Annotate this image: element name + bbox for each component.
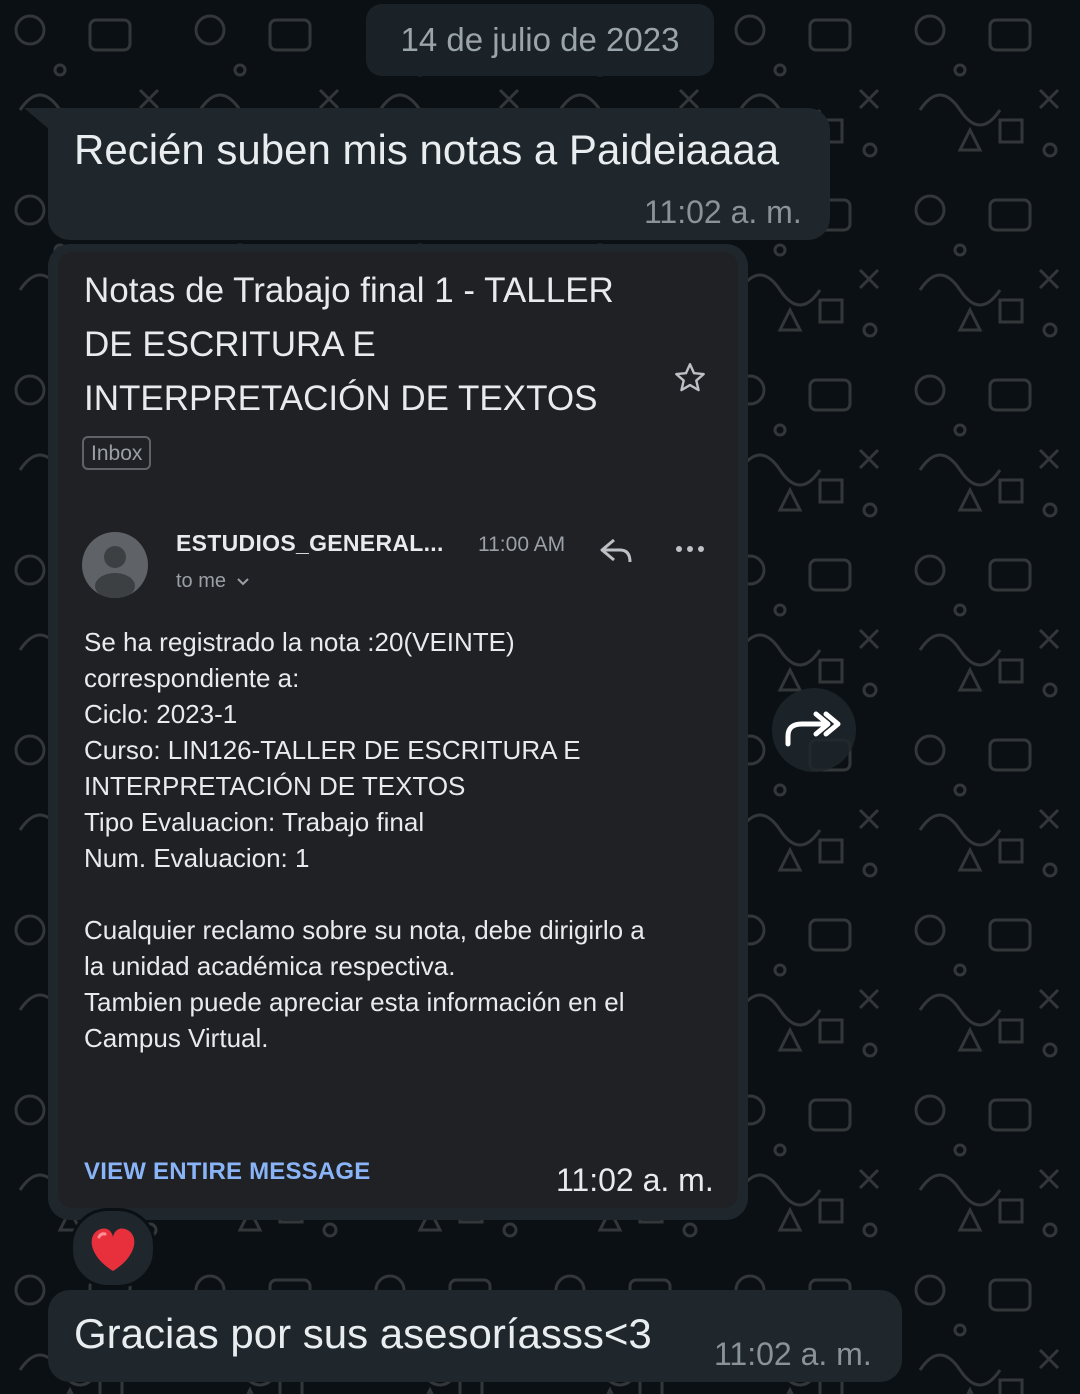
- bubble-tail: [24, 108, 50, 130]
- avatar-icon: [82, 532, 148, 598]
- date-separator: 14 de julio de 2023: [366, 4, 714, 76]
- message-text: Gracias por sus asesoríasss<3: [74, 1310, 652, 1357]
- body-line: Cualquier reclamo sobre su nota, debe di…: [84, 915, 645, 945]
- message-time: 11:02 a. m.: [714, 1336, 872, 1372]
- sender-name: ESTUDIOS_GENERAL...: [176, 530, 444, 556]
- body-line: Campus Virtual.: [84, 1023, 269, 1053]
- recipient-line[interactable]: to me: [176, 570, 250, 593]
- email-screenshot[interactable]: Notas de Trabajo final 1 - TALLER DE ESC…: [58, 252, 738, 1208]
- body-line: Se ha registrado la nota :20(VEINTE): [84, 627, 515, 657]
- body-line: la unidad académica respectiva.: [84, 951, 456, 981]
- recipient-text: to me: [176, 570, 227, 592]
- inbox-label[interactable]: Inbox: [82, 436, 152, 470]
- body-line: INTERPRETACIÓN DE TEXTOS: [84, 771, 466, 801]
- star-icon[interactable]: [672, 360, 708, 396]
- body-line: Tambien puede apreciar esta información …: [84, 987, 625, 1017]
- message-bubble[interactable]: Recién suben mis notas a Paideiaaaa 11:0…: [48, 108, 830, 240]
- forward-button[interactable]: [772, 688, 856, 772]
- reply-icon[interactable]: [598, 536, 634, 566]
- chevron-down-icon: [236, 578, 249, 586]
- forward-icon: [785, 711, 841, 747]
- view-entire-message-link[interactable]: VIEW ENTIRE MESSAGE: [84, 1158, 371, 1186]
- body-line: Ciclo: 2023-1: [84, 699, 238, 729]
- chat-window: 14 de julio de 2023 Recién suben mis not…: [0, 0, 1080, 1394]
- body-line: correspondiente a:: [84, 663, 300, 693]
- message-bubble[interactable]: Gracias por sus asesoríasss<3 11:02 a. m…: [48, 1290, 902, 1382]
- body-line: Num. Evaluacion: 1: [84, 843, 310, 873]
- body-line: Curso: LIN126-TALLER DE ESCRITURA E: [84, 735, 581, 765]
- heart-icon: [91, 1228, 135, 1271]
- body-line: Tipo Evaluacion: Trabajo final: [84, 807, 425, 837]
- email-body: Se ha registrado la nota :20(VEINTE) cor…: [84, 624, 714, 1056]
- message-text: Recién suben mis notas a Paideiaaaa: [74, 126, 780, 173]
- message-time: 11:02 a. m.: [644, 194, 802, 230]
- message-time: 11:02 a. m.: [556, 1162, 714, 1198]
- reaction-badge[interactable]: [70, 1208, 156, 1288]
- more-icon[interactable]: [674, 542, 706, 556]
- email-subject: Notas de Trabajo final 1 - TALLER DE ESC…: [84, 271, 614, 418]
- email-time: 11:00 AM: [478, 533, 566, 556]
